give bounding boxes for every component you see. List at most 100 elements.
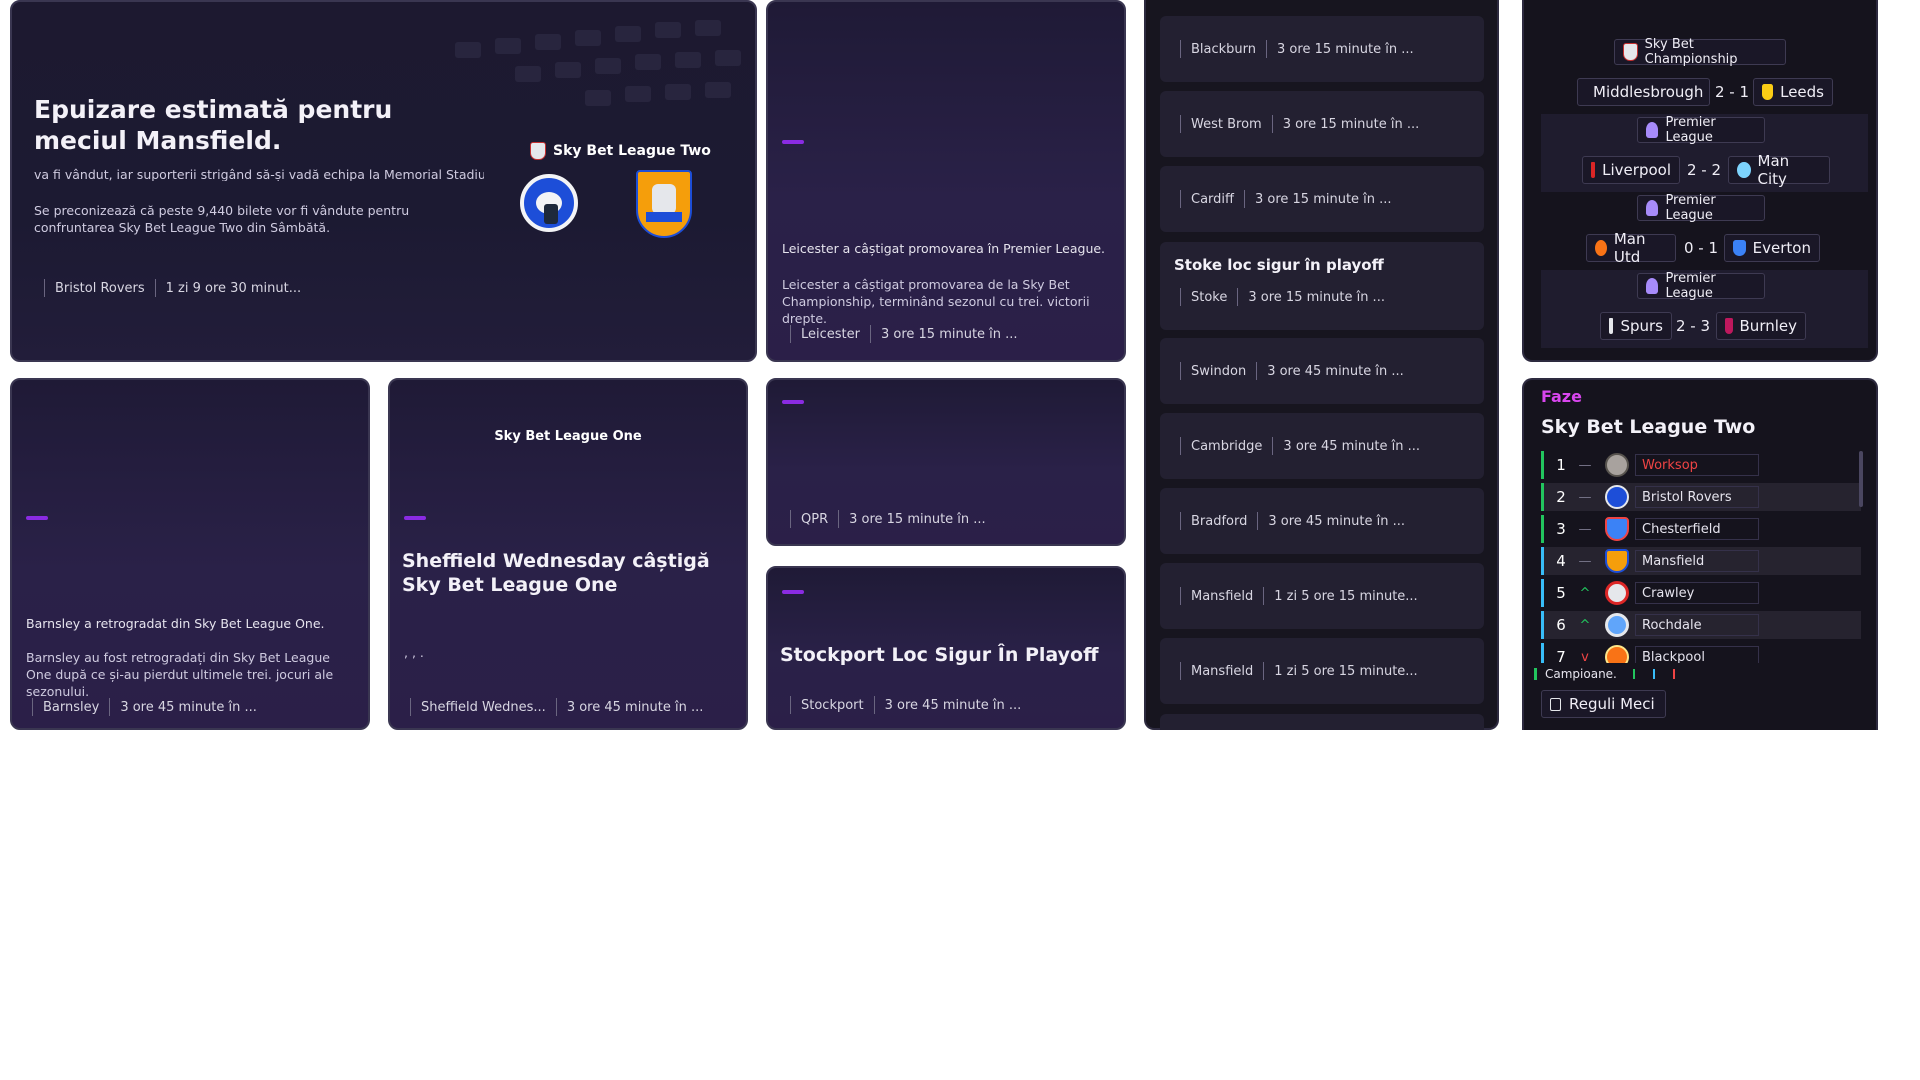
qpr-card[interactable]: QPR 3 ore 15 minute în ... bbox=[766, 378, 1126, 546]
sheffield-team[interactable]: Sheffield Wednes... bbox=[421, 700, 546, 715]
table-row[interactable]: 2 — Bristol Rovers bbox=[1541, 483, 1861, 511]
bristol-rovers-crest bbox=[520, 174, 578, 232]
feed-team[interactable]: Bradford bbox=[1191, 514, 1247, 529]
feed-item[interactable]: Cambridge 3 ore 45 minute în ... bbox=[1160, 413, 1484, 479]
feed-team[interactable]: Cardiff bbox=[1191, 192, 1234, 207]
blackpool-crest-icon bbox=[1605, 645, 1629, 663]
home-team-pill[interactable]: Middlesbrough bbox=[1577, 78, 1710, 106]
match-score: 0 - 1 bbox=[1683, 239, 1719, 257]
man-utd-crest-icon bbox=[1595, 240, 1607, 256]
feed-item[interactable]: Mansfield 1 zi 5 ore 15 minute... bbox=[1160, 638, 1484, 704]
premier-league-lion-icon bbox=[1646, 122, 1659, 138]
table-row[interactable]: 6 ^ Rochdale bbox=[1541, 611, 1861, 639]
trend-up-icon: ^ bbox=[1579, 585, 1591, 601]
shield-icon bbox=[530, 142, 546, 160]
feed-team[interactable]: Mansfield bbox=[1191, 589, 1253, 604]
barnsley-paragraph: Barnsley au fost retrogradați din Sky Be… bbox=[26, 650, 334, 699]
table-row[interactable]: 1 — Worksop bbox=[1541, 451, 1861, 479]
feed-team[interactable]: West Brom bbox=[1191, 117, 1262, 132]
standings-legend: Campioane. bbox=[1534, 667, 1675, 681]
team-name: Bristol Rovers bbox=[1635, 486, 1759, 508]
barnsley-team[interactable]: Barnsley bbox=[43, 700, 99, 715]
away-team: Man City bbox=[1757, 152, 1790, 188]
score-league-pill[interactable]: Premier League bbox=[1637, 271, 1765, 301]
legend-champion-marker bbox=[1534, 668, 1537, 680]
barnsley-time: 3 ore 45 minute în ... bbox=[120, 699, 257, 715]
feed-time: 3 ore 45 minute în ... bbox=[1283, 438, 1421, 454]
feed-team[interactable]: Stoke bbox=[1191, 290, 1227, 305]
leicester-card[interactable]: Leicester a câștigat promovarea în Premi… bbox=[766, 0, 1126, 362]
hero-cut-line: va fi vândut, iar suporterii strigând să… bbox=[34, 167, 484, 181]
home-team-pill[interactable]: Liverpool bbox=[1582, 156, 1680, 184]
mansfield-crest bbox=[636, 170, 692, 238]
stockport-card[interactable]: Stockport Loc Sigur În Playoff Stockport… bbox=[766, 566, 1126, 730]
away-team-pill[interactable]: Burnley bbox=[1716, 312, 1806, 340]
rank: 2 bbox=[1556, 488, 1566, 506]
feed-team[interactable]: Cambridge bbox=[1191, 439, 1262, 454]
feed-item[interactable]: Mansfield 1 zi 5 ore 15 minute... bbox=[1160, 563, 1484, 629]
feed-item[interactable]: Swindon 3 ore 45 minute în ... bbox=[1160, 338, 1484, 404]
home-team-pill[interactable]: Spurs bbox=[1600, 312, 1672, 340]
legend-promotion-marker bbox=[1632, 669, 1635, 679]
feed-time: 3 ore 45 minute în ... bbox=[1268, 513, 1405, 529]
rank: 4 bbox=[1556, 552, 1566, 570]
leicester-meta: Leicester 3 ore 15 minute în ... bbox=[790, 325, 1018, 343]
feed-team[interactable]: Swindon bbox=[1191, 364, 1246, 379]
sheffield-card[interactable]: Sky Bet League One Sheffield Wednesday c… bbox=[388, 378, 748, 730]
hero-title: Epuizare estimată pentru meciul Mansfiel… bbox=[34, 95, 393, 156]
shield-icon bbox=[1623, 43, 1638, 61]
home-team-pill[interactable]: Man Utd bbox=[1586, 230, 1676, 266]
hero-league-label: Sky Bet League Two bbox=[530, 142, 711, 160]
feed-team[interactable]: Blackburn bbox=[1191, 42, 1256, 57]
feed-time: 3 ore 15 minute în ... bbox=[1282, 116, 1420, 132]
feed-time: 3 ore 45 minute în ... bbox=[1267, 363, 1404, 379]
man-city-crest-icon bbox=[1737, 162, 1751, 178]
sheffield-league-label: Sky Bet League One bbox=[494, 429, 642, 444]
standings-scrollbar[interactable] bbox=[1859, 451, 1863, 507]
rank: 7 bbox=[1556, 648, 1566, 663]
leicester-team[interactable]: Leicester bbox=[801, 327, 860, 342]
feed-team[interactable]: Mansfield bbox=[1191, 664, 1253, 679]
away-team-pill[interactable]: Man City bbox=[1728, 152, 1830, 188]
away-team-pill[interactable]: Leeds bbox=[1753, 78, 1833, 106]
sheffield-time: 3 ore 45 minute în ... bbox=[566, 699, 704, 715]
score-league-pill[interactable]: Premier League bbox=[1637, 115, 1765, 145]
away-team-pill[interactable]: Everton bbox=[1724, 234, 1820, 262]
table-row[interactable]: 4 — Mansfield bbox=[1541, 547, 1861, 575]
table-row[interactable]: 3 — Chesterfield bbox=[1541, 515, 1861, 543]
score-league-pill[interactable]: Premier League bbox=[1637, 193, 1765, 223]
feed-item[interactable]: Blackburn 3 ore 15 minute în ... bbox=[1160, 16, 1484, 82]
feed-item[interactable]: Cardiff 3 ore 15 minute în ... bbox=[1160, 166, 1484, 232]
stockport-team[interactable]: Stockport bbox=[801, 698, 864, 713]
hero-team[interactable]: Bristol Rovers bbox=[55, 281, 145, 296]
qpr-meta: QPR 3 ore 15 minute în ... bbox=[790, 510, 986, 528]
stockport-meta: Stockport 3 ore 45 minute în ... bbox=[790, 696, 1021, 714]
feed-item[interactable]: Bradford 3 ore 45 minute în ... bbox=[1160, 488, 1484, 554]
match-score: 2 - 1 bbox=[1714, 83, 1750, 101]
feed-time: 1 zi 5 ore 15 minute... bbox=[1274, 588, 1418, 604]
accent-dash bbox=[26, 516, 48, 520]
qpr-team[interactable]: QPR bbox=[801, 512, 828, 527]
away-team: Burnley bbox=[1739, 317, 1797, 335]
feed-item-featured[interactable]: Stoke loc sigur în playoff Stoke 3 ore 15… bbox=[1160, 242, 1484, 330]
hero-card[interactable]: Epuizare estimată pentru meciul Mansfiel… bbox=[10, 0, 757, 362]
trend-flat-icon: — bbox=[1578, 457, 1592, 473]
team-name: Mansfield bbox=[1635, 550, 1759, 572]
rules-button[interactable]: Reguli Meci bbox=[1541, 690, 1666, 718]
qpr-time: 3 ore 15 minute în ... bbox=[849, 511, 986, 527]
table-row[interactable]: 7 v Blackpool bbox=[1541, 643, 1861, 663]
leicester-paragraph: Leicester a câștigat promovarea de la Sk… bbox=[782, 277, 1090, 326]
feed-item[interactable]: West Brom 3 ore 15 minute în ... bbox=[1160, 91, 1484, 157]
legend-playoff-marker bbox=[1652, 669, 1655, 679]
phase-label[interactable]: Faze bbox=[1541, 387, 1582, 406]
table-row[interactable]: 5 ^ Crawley bbox=[1541, 579, 1861, 607]
barnsley-card[interactable]: Barnsley a retrogradat din Sky Bet Leagu… bbox=[10, 378, 370, 730]
team-name: Rochdale bbox=[1635, 614, 1759, 636]
score-league: Premier League bbox=[1665, 193, 1716, 223]
everton-crest-icon bbox=[1733, 240, 1746, 256]
score-league-pill[interactable]: Sky Bet Championship bbox=[1614, 37, 1786, 67]
feed-time: 3 ore 15 minute în ... bbox=[1277, 41, 1414, 57]
rochdale-crest-icon bbox=[1605, 613, 1629, 637]
legend-relegation-marker bbox=[1672, 669, 1675, 679]
feed-time: 3 ore 15 minute în ... bbox=[1248, 289, 1385, 305]
